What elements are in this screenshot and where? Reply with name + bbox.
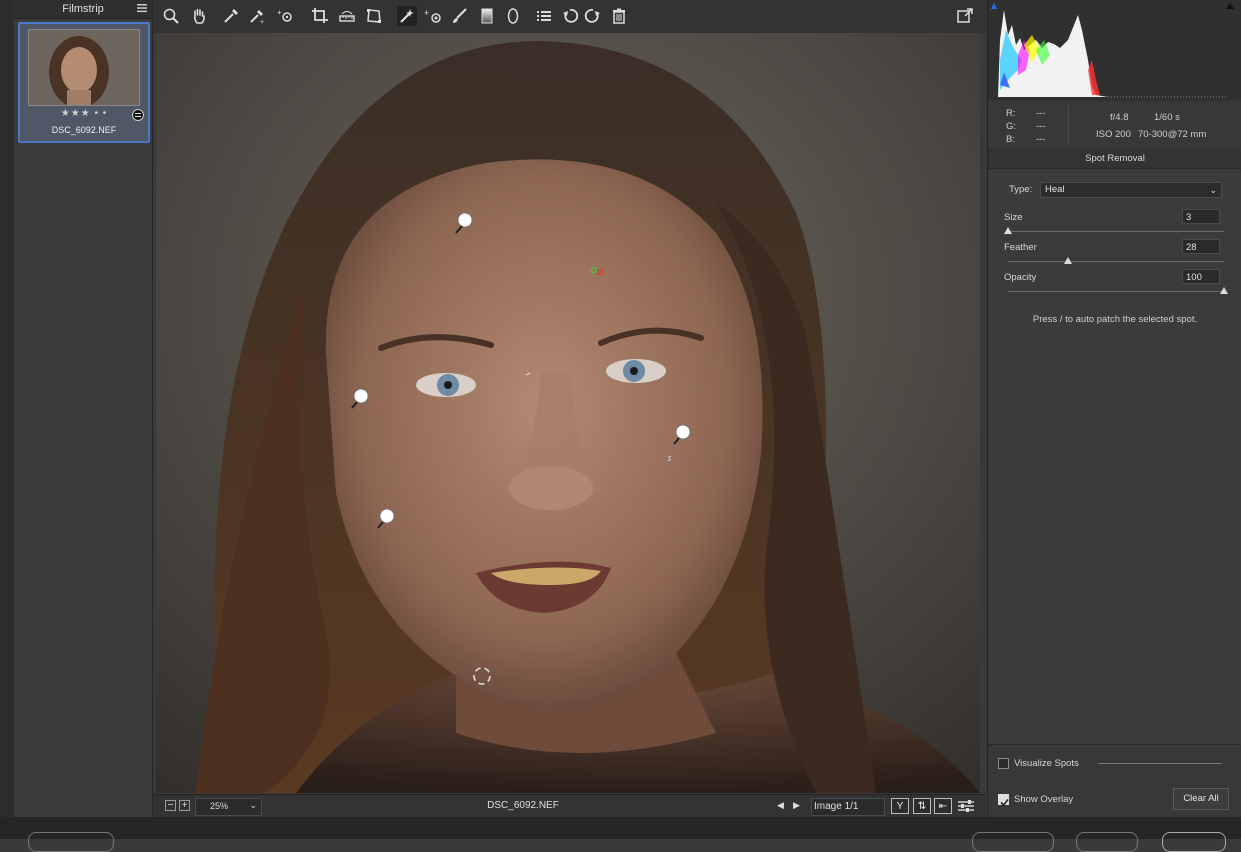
color-sampler-icon[interactable]: + <box>247 6 267 26</box>
size-label: Size <box>1004 212 1023 223</box>
b-label: B: <box>1006 134 1015 145</box>
iso: ISO 200 <box>1096 129 1131 140</box>
before-after-view-button[interactable]: Y <box>891 798 909 814</box>
image-status-bar: − + 25% ⌄ DSC_6092.NEF ◀ ▶ Image 1/1 Y ⇅… <box>153 794 986 818</box>
spot-bottom-controls: Visualize Spots Show Overlay Clear All <box>988 744 1241 818</box>
copy-settings-button[interactable]: ⇤ <box>934 798 952 814</box>
feather-slider-thumb[interactable] <box>1064 257 1073 264</box>
straighten-tool-icon[interactable] <box>337 6 357 26</box>
g-value: --- <box>1036 121 1046 132</box>
show-overlay-label: Show Overlay <box>1014 794 1074 805</box>
done-button[interactable] <box>1162 832 1226 852</box>
svg-text:+: + <box>260 19 264 25</box>
transform-tool-icon[interactable] <box>364 6 384 26</box>
zoom-in-button[interactable]: + <box>179 800 190 811</box>
visualize-spots-label: Visualize Spots <box>1014 758 1079 769</box>
rotate-left-icon[interactable] <box>560 6 580 26</box>
spot-removal-tool-icon[interactable] <box>397 6 417 26</box>
histogram <box>988 0 1241 100</box>
graduated-filter-icon[interactable] <box>477 6 497 26</box>
exif-info: R: --- G: --- B: --- f/4.8 1/60 s ISO 20… <box>988 101 1241 149</box>
opacity-label: Opacity <box>1004 272 1037 283</box>
size-slider-thumb[interactable] <box>1004 227 1012 234</box>
aperture: f/4.8 <box>1110 112 1129 123</box>
open-image-button[interactable] <box>972 832 1054 852</box>
settings-sliders-icon[interactable] <box>957 798 975 814</box>
bottom-action-bar <box>0 817 1241 839</box>
g-label: G: <box>1006 121 1017 132</box>
preferences-list-icon[interactable] <box>534 6 554 26</box>
filmstrip-thumbnail[interactable]: ★★★ • • DSC_6092.NEF <box>18 22 150 143</box>
clear-all-button[interactable]: Clear All <box>1173 788 1229 810</box>
thumbnail-image <box>28 29 140 106</box>
zoom-level-value: 25% <box>210 801 229 811</box>
svg-text:+: + <box>277 8 282 17</box>
left-edge-strip <box>0 0 15 839</box>
feather-input[interactable]: 28 <box>1182 239 1220 254</box>
panel-title: Spot Removal <box>988 150 1241 169</box>
view-y-label: Y <box>896 800 904 812</box>
auto-patch-hint: Press / to auto patch the selected spot. <box>1032 314 1198 325</box>
white-balance-icon[interactable] <box>221 6 241 26</box>
chevron-down-icon: ⌄ <box>1209 185 1217 195</box>
status-filename: DSC_6092.NEF <box>487 800 559 811</box>
right-settings-panel: R: --- G: --- B: --- f/4.8 1/60 s ISO 20… <box>987 0 1241 818</box>
feather-label: Feather <box>1004 242 1037 253</box>
adjustments-badge-icon <box>132 108 144 121</box>
zoom-out-button[interactable]: − <box>165 800 176 811</box>
opacity-input[interactable]: 100 <box>1182 269 1220 284</box>
exif-divider <box>1068 105 1069 145</box>
portrait-photo <box>156 33 980 793</box>
size-input[interactable]: 3 <box>1182 209 1220 224</box>
shutter-speed: 1/60 s <box>1154 112 1180 123</box>
b-value: --- <box>1036 134 1046 145</box>
filmstrip-panel: Filmstrip ★★★ • • DSC_6092.NEF <box>14 0 153 817</box>
lens: 70-300@72 mm <box>1138 129 1207 140</box>
full-screen-icon[interactable] <box>955 6 975 26</box>
size-slider-track[interactable] <box>1008 231 1224 232</box>
trash-icon[interactable] <box>609 6 629 26</box>
show-overlay-checkbox[interactable] <box>998 794 1009 807</box>
svg-text:+: + <box>424 8 429 18</box>
filmstrip-header: Filmstrip <box>14 0 152 19</box>
crop-tool-icon[interactable] <box>310 6 330 26</box>
zoom-level-select[interactable]: 25% ⌄ <box>195 798 262 816</box>
swap-settings-button[interactable]: ⇅ <box>913 798 931 814</box>
chevron-down-icon: ⌄ <box>249 800 257 810</box>
image-counter: Image 1/1 <box>811 798 885 816</box>
type-value: Heal <box>1045 184 1065 195</box>
opacity-slider-track[interactable] <box>1008 291 1224 292</box>
save-image-button[interactable] <box>28 832 114 852</box>
type-select[interactable]: Heal ⌄ <box>1040 182 1222 198</box>
type-label: Type: <box>1009 184 1033 195</box>
visualize-threshold-slider[interactable] <box>1098 763 1222 764</box>
r-value: --- <box>1036 108 1046 119</box>
cancel-button[interactable] <box>1076 832 1138 852</box>
filmstrip-title: Filmstrip <box>62 3 104 15</box>
r-label: R: <box>1006 108 1016 119</box>
next-image-arrow-icon[interactable]: ▶ <box>793 800 800 811</box>
feather-slider-track[interactable] <box>1008 261 1224 262</box>
tools-toolbar: + + + <box>153 0 986 33</box>
image-canvas[interactable] <box>156 33 980 793</box>
zoom-tool-icon[interactable] <box>161 6 181 26</box>
spot-removal-controls: Type: Heal ⌄ Size 3 Feather 28 Opacity 1… <box>988 169 1241 744</box>
red-eye-tool-icon[interactable]: + <box>423 6 443 26</box>
menu-icon[interactable] <box>136 2 148 14</box>
opacity-slider-thumb[interactable] <box>1220 287 1228 294</box>
adjustment-brush-icon[interactable] <box>450 6 470 26</box>
rating-stars[interactable]: ★★★ • • <box>20 108 148 119</box>
hand-tool-icon[interactable] <box>189 6 209 26</box>
targeted-adjustment-icon[interactable]: + <box>275 6 295 26</box>
radial-filter-icon[interactable] <box>503 6 523 26</box>
rotate-right-icon[interactable] <box>583 6 603 26</box>
previous-image-arrow-icon[interactable]: ◀ <box>777 800 784 811</box>
thumbnail-filename: DSC_6092.NEF <box>51 125 117 135</box>
visualize-spots-checkbox[interactable] <box>998 758 1009 769</box>
